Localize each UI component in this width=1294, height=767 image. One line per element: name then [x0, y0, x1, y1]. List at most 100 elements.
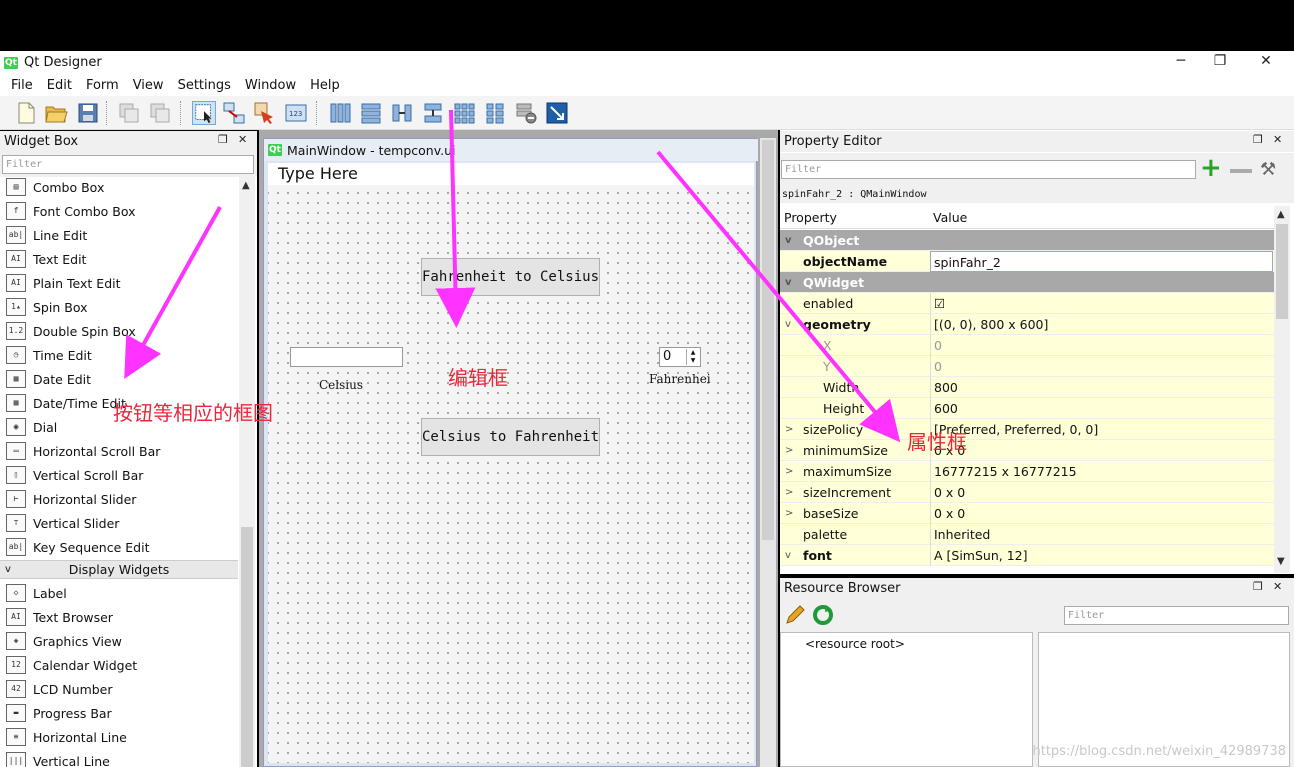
property-scrollbar[interactable]: ▲ ▼	[1274, 206, 1290, 573]
scroll-up-icon[interactable]: ▲	[1277, 209, 1285, 220]
widget-box-item[interactable]: 12 Calendar Widget	[0, 653, 238, 677]
property-value[interactable]: 0 x 0	[930, 440, 1273, 461]
widget-category-display[interactable]: v Display Widgets	[0, 560, 238, 579]
property-value[interactable]: 800	[930, 377, 1273, 398]
widget-box-item[interactable]: AI Text Browser	[0, 605, 238, 629]
layout-grid-icon[interactable]	[452, 101, 476, 125]
widget-box-item[interactable]: ◷ Time Edit	[0, 343, 238, 367]
property-value[interactable]: spinFahr_2	[930, 251, 1273, 272]
widget-box-item[interactable]: ⊤ Vertical Slider	[0, 511, 238, 535]
chevron-down-icon[interactable]: v	[785, 314, 791, 335]
break-layout-icon[interactable]	[514, 101, 538, 125]
celsius-to-fahrenheit-button[interactable]: Celsius to Fahrenheit	[421, 418, 600, 456]
property-row[interactable]: > sizeIncrement 0 x 0	[780, 482, 1274, 503]
property-row[interactable]: Y0	[780, 356, 1274, 377]
cut-icon[interactable]	[117, 101, 141, 125]
column-value[interactable]: Value	[933, 210, 967, 225]
property-value[interactable]: ☑	[930, 293, 1273, 314]
open-folder-icon[interactable]	[44, 101, 68, 125]
fahrenheit-spin-box[interactable]: 0 ▲ ▼	[659, 347, 701, 367]
property-row[interactable]: v QObject	[780, 230, 1274, 251]
widget-box-item[interactable]: ◈ Graphics View	[0, 629, 238, 653]
fahrenheit-to-celsius-button[interactable]: Fahrenheit to Celsius	[421, 258, 600, 296]
scroll-up-icon[interactable]: ▲	[242, 180, 250, 191]
column-property[interactable]: Property	[784, 210, 837, 225]
widget-box-item[interactable]: ▤ Combo Box	[0, 177, 238, 199]
property-row[interactable]: > baseSize 0 x 0	[780, 503, 1274, 524]
adjust-size-icon[interactable]	[545, 101, 569, 125]
save-icon[interactable]	[76, 101, 100, 125]
widget-box-item[interactable]: AI Plain Text Edit	[0, 271, 238, 295]
close-window-button[interactable]: ✕	[1243, 51, 1289, 74]
new-file-icon[interactable]	[14, 101, 38, 125]
widget-box-item[interactable]: ab| Line Edit	[0, 223, 238, 247]
form-canvas[interactable]: Type Here Fahrenheit to Celsius Celsius …	[268, 163, 754, 763]
close-dock-icon[interactable]: ✕	[238, 133, 247, 146]
property-value[interactable]: 0 x 0	[930, 503, 1273, 524]
celsius-line-edit[interactable]	[290, 347, 403, 367]
menu-view[interactable]: View	[126, 78, 171, 93]
property-value[interactable]: 16777215 x 16777215	[930, 461, 1273, 482]
float-dock-icon[interactable]: ❐	[1253, 580, 1263, 593]
widget-box-item[interactable]: 1.2 Double Spin Box	[0, 319, 238, 343]
resource-filter-input[interactable]: Filter	[1064, 606, 1289, 625]
edit-widgets-icon[interactable]	[192, 101, 216, 125]
widget-box-item[interactable]: ≡ Horizontal Line	[0, 725, 238, 749]
property-value[interactable]: A [SimSun, 12]	[930, 545, 1273, 566]
copy-icon[interactable]	[148, 101, 172, 125]
chevron-down-icon[interactable]: v	[785, 545, 791, 566]
menu-type-here[interactable]: Type Here	[268, 163, 754, 185]
edit-resources-icon[interactable]	[784, 604, 806, 626]
property-value[interactable]: 600	[930, 398, 1273, 419]
widget-box-item[interactable]: ▭ Horizontal Scroll Bar	[0, 439, 238, 463]
resource-root-item[interactable]: <resource root>	[805, 637, 905, 651]
float-dock-icon[interactable]: ❐	[218, 133, 228, 146]
menu-settings[interactable]: Settings	[171, 78, 238, 93]
remove-property-icon[interactable]	[1230, 169, 1252, 173]
chevron-down-icon[interactable]: v	[785, 272, 792, 293]
edit-signals-slots-icon[interactable]	[222, 101, 246, 125]
form-area-scrollbar[interactable]	[760, 138, 776, 767]
property-row[interactable]: v font A [SimSun, 12]	[780, 545, 1274, 566]
property-row[interactable]: > maximumSize 16777215 x 16777215	[780, 461, 1274, 482]
widget-box-item[interactable]: AI Text Edit	[0, 247, 238, 271]
property-row[interactable]: palette Inherited	[780, 524, 1274, 545]
layout-horizontal-icon[interactable]	[328, 101, 352, 125]
property-row[interactable]: X0	[780, 335, 1274, 356]
layout-form-icon[interactable]	[483, 101, 507, 125]
edit-tab-order-icon[interactable]: 123	[284, 101, 308, 125]
chevron-right-icon[interactable]: >	[785, 482, 793, 503]
configure-icon[interactable]: ⚒	[1260, 159, 1276, 180]
menu-file[interactable]: File	[4, 78, 40, 93]
property-row[interactable]: Width 800	[780, 377, 1274, 398]
add-property-icon[interactable]: +	[1200, 155, 1222, 181]
menu-help[interactable]: Help	[303, 78, 347, 93]
widget-box-item[interactable]: ⊢ Horizontal Slider	[0, 487, 238, 511]
property-value[interactable]: 0	[930, 335, 1273, 356]
widget-box-scrollbar[interactable]: ▲	[239, 177, 255, 767]
property-row[interactable]: v QWidget	[780, 272, 1274, 293]
widget-box-item[interactable]: ab| Key Sequence Edit	[0, 535, 238, 559]
property-value[interactable]: [(0, 0), 800 x 600]	[930, 314, 1273, 335]
property-row[interactable]: v geometry [(0, 0), 800 x 600]	[780, 314, 1274, 335]
scrollbar-thumb[interactable]	[241, 527, 253, 767]
property-value[interactable]: 0 x 0	[930, 482, 1273, 503]
property-row[interactable]: enabled ☑	[780, 293, 1274, 314]
restore-button[interactable]: ❐	[1197, 51, 1243, 74]
property-value[interactable]: Inherited	[930, 524, 1273, 545]
property-row[interactable]: > sizePolicy [Preferred, Preferred, 0, 0]	[780, 419, 1274, 440]
property-row[interactable]: Height 600	[780, 398, 1274, 419]
property-row[interactable]: objectName spinFahr_2	[780, 251, 1274, 272]
widget-box-item[interactable]: ||| Vertical Line	[0, 749, 238, 767]
chevron-down-icon[interactable]: v	[785, 230, 792, 251]
layout-vertical-splitter-icon[interactable]	[421, 101, 445, 125]
close-dock-icon[interactable]: ✕	[1273, 580, 1282, 593]
scroll-down-icon[interactable]: ▼	[1277, 556, 1285, 567]
layout-vertical-icon[interactable]	[359, 101, 383, 125]
close-dock-icon[interactable]: ✕	[1273, 133, 1282, 146]
menu-window[interactable]: Window	[238, 78, 303, 93]
property-row[interactable]: > minimumSize 0 x 0	[780, 440, 1274, 461]
widget-box-item[interactable]: ▦ Date Edit	[0, 367, 238, 391]
layout-horizontal-splitter-icon[interactable]	[390, 101, 414, 125]
menu-form[interactable]: Form	[79, 78, 126, 93]
